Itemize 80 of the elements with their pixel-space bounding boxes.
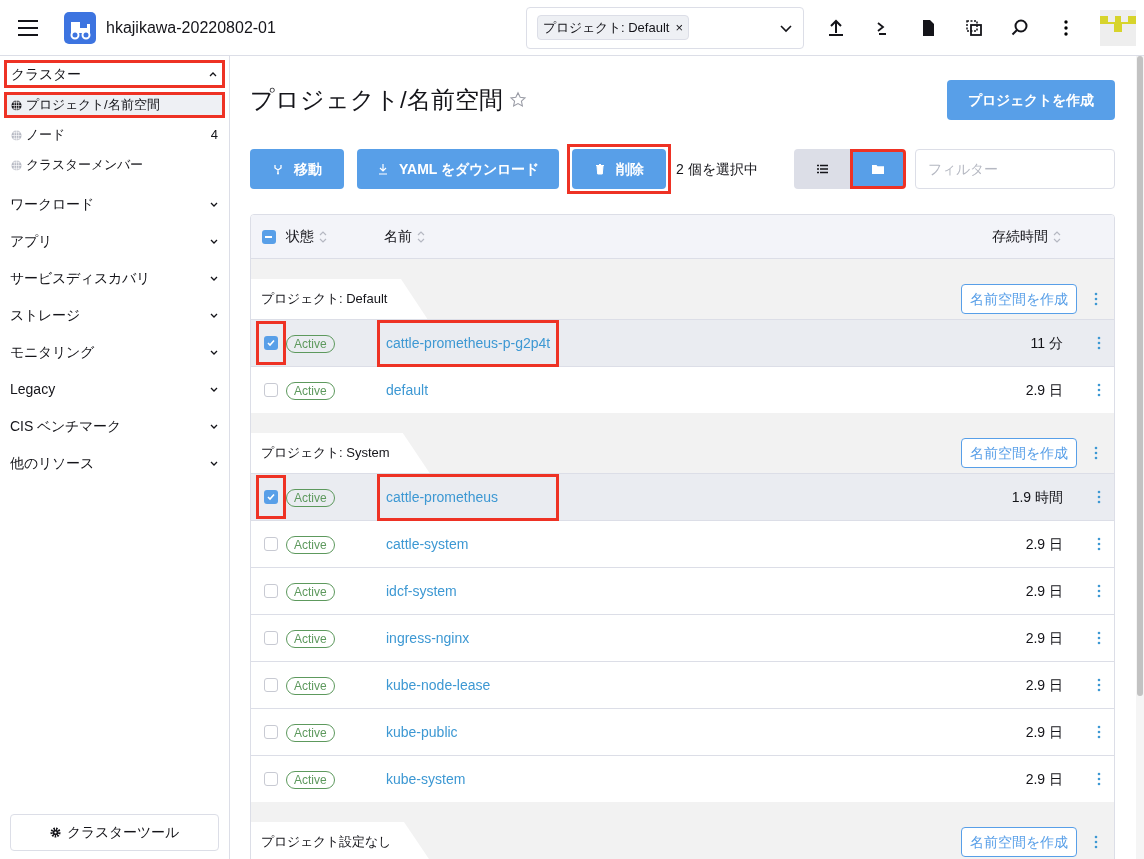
cluster-tools-button[interactable]: クラスターツール	[10, 814, 219, 851]
age-cell-text: 2.9 日	[1025, 628, 1063, 648]
more-icon[interactable]	[1092, 446, 1099, 460]
sort-icon	[416, 229, 426, 244]
more-icon[interactable]	[1096, 772, 1102, 786]
more-icon[interactable]	[1096, 584, 1102, 598]
row-checkbox[interactable]	[264, 490, 278, 504]
column-header[interactable]: 存続時間	[992, 226, 1062, 247]
column-header[interactable]: 名前	[384, 226, 992, 247]
row-checkbox[interactable]	[264, 725, 278, 739]
age-cell-text: 1.9 時間	[1011, 487, 1063, 507]
list-icon	[816, 164, 828, 174]
folder-icon	[872, 164, 884, 174]
globe-icon	[11, 159, 22, 171]
star-icon[interactable]	[508, 91, 527, 109]
group-label: プロジェクト設定なし	[261, 833, 391, 852]
view-toggle-button[interactable]	[850, 149, 906, 189]
view-toggle-button[interactable]	[794, 149, 850, 189]
globe-icon	[11, 99, 22, 111]
age-cell-text: 2.9 日	[1025, 675, 1063, 695]
trash-icon	[594, 163, 606, 175]
fork-icon	[272, 163, 284, 175]
sidebar-group[interactable]: サービスディスカバリ	[6, 267, 223, 289]
row-checkbox[interactable]	[264, 537, 278, 551]
chip-remove[interactable]: ×	[675, 17, 683, 38]
sort-icon	[1052, 229, 1062, 244]
sidebar-group[interactable]: ワークロード	[6, 193, 223, 215]
row-checkbox[interactable]	[264, 678, 278, 692]
sort-icon	[318, 229, 328, 244]
cluster-name: hkajikawa-20220802-01	[106, 17, 276, 38]
page-title: プロジェクト/名前空間	[250, 85, 503, 115]
more-icon[interactable]	[1096, 383, 1102, 397]
download-icon	[377, 163, 389, 175]
age-cell-text: 2.9 日	[1025, 534, 1063, 554]
sidebar-item[interactable]: ノード 4	[4, 122, 225, 148]
select-all-checkbox[interactable]	[261, 229, 276, 244]
more-icon[interactable]	[1096, 725, 1102, 739]
age-cell-text: 11 分	[1030, 333, 1063, 353]
sidebar-group[interactable]: ストレージ	[6, 304, 223, 326]
row-checkbox[interactable]	[264, 631, 278, 645]
globe-icon	[11, 129, 22, 141]
table-row[interactable]: Active cattle-prometheus-p-g2p4t 11 分	[251, 319, 1114, 366]
more-icon[interactable]	[1096, 537, 1102, 551]
sidebar-group[interactable]: CIS ベンチマーク	[6, 415, 223, 437]
more-icon[interactable]	[1096, 631, 1102, 645]
check-icon	[266, 492, 276, 502]
row-checkbox[interactable]	[264, 336, 278, 350]
sidebar-group[interactable]: モニタリング	[6, 341, 223, 363]
more-icon[interactable]	[1092, 292, 1099, 306]
check-icon	[266, 338, 276, 348]
column-header[interactable]: 状態	[286, 226, 384, 247]
row-checkbox[interactable]	[264, 772, 278, 786]
scrollbar[interactable]	[1136, 56, 1144, 859]
sidebar-item[interactable]: クラスターメンバー	[4, 152, 225, 178]
selection-count: 2 個を選択中	[676, 159, 758, 179]
sidebar-group[interactable]: Legacy	[6, 378, 223, 400]
age-cell-text: 2.9 日	[1025, 380, 1063, 400]
chip-label: プロジェクト: Default	[543, 18, 670, 37]
more-icon[interactable]	[1092, 835, 1099, 849]
sidebar-item[interactable]: プロジェクト/名前空間	[4, 92, 225, 118]
filter-field[interactable]: フィルター	[915, 149, 1115, 189]
more-icon[interactable]	[1096, 490, 1102, 504]
age-cell-text: 2.9 日	[1025, 722, 1063, 742]
age-cell-text: 2.9 日	[1025, 581, 1063, 601]
tractor-logo-icon	[64, 11, 96, 44]
more-icon[interactable]	[1096, 678, 1102, 692]
table-row[interactable]: Active cattle-prometheus 1.9 時間	[251, 473, 1114, 520]
namespace-filter[interactable]: プロジェクト: Default ×	[526, 6, 804, 49]
menu-icon[interactable]	[18, 19, 38, 36]
age-cell-text: 2.9 日	[1025, 769, 1063, 789]
row-checkbox[interactable]	[264, 584, 278, 598]
group-label: プロジェクト: System	[261, 444, 390, 463]
sidebar-section-header[interactable]: クラスター	[4, 60, 225, 88]
row-checkbox[interactable]	[264, 383, 278, 397]
group-label: プロジェクト: Default	[261, 290, 388, 309]
sidebar-group[interactable]: アプリ	[6, 230, 223, 252]
sidebar-group[interactable]: 他のリソース	[6, 452, 223, 474]
gear-icon	[50, 827, 61, 838]
avatar-icon[interactable]	[1100, 9, 1136, 46]
more-icon[interactable]	[1096, 336, 1102, 350]
